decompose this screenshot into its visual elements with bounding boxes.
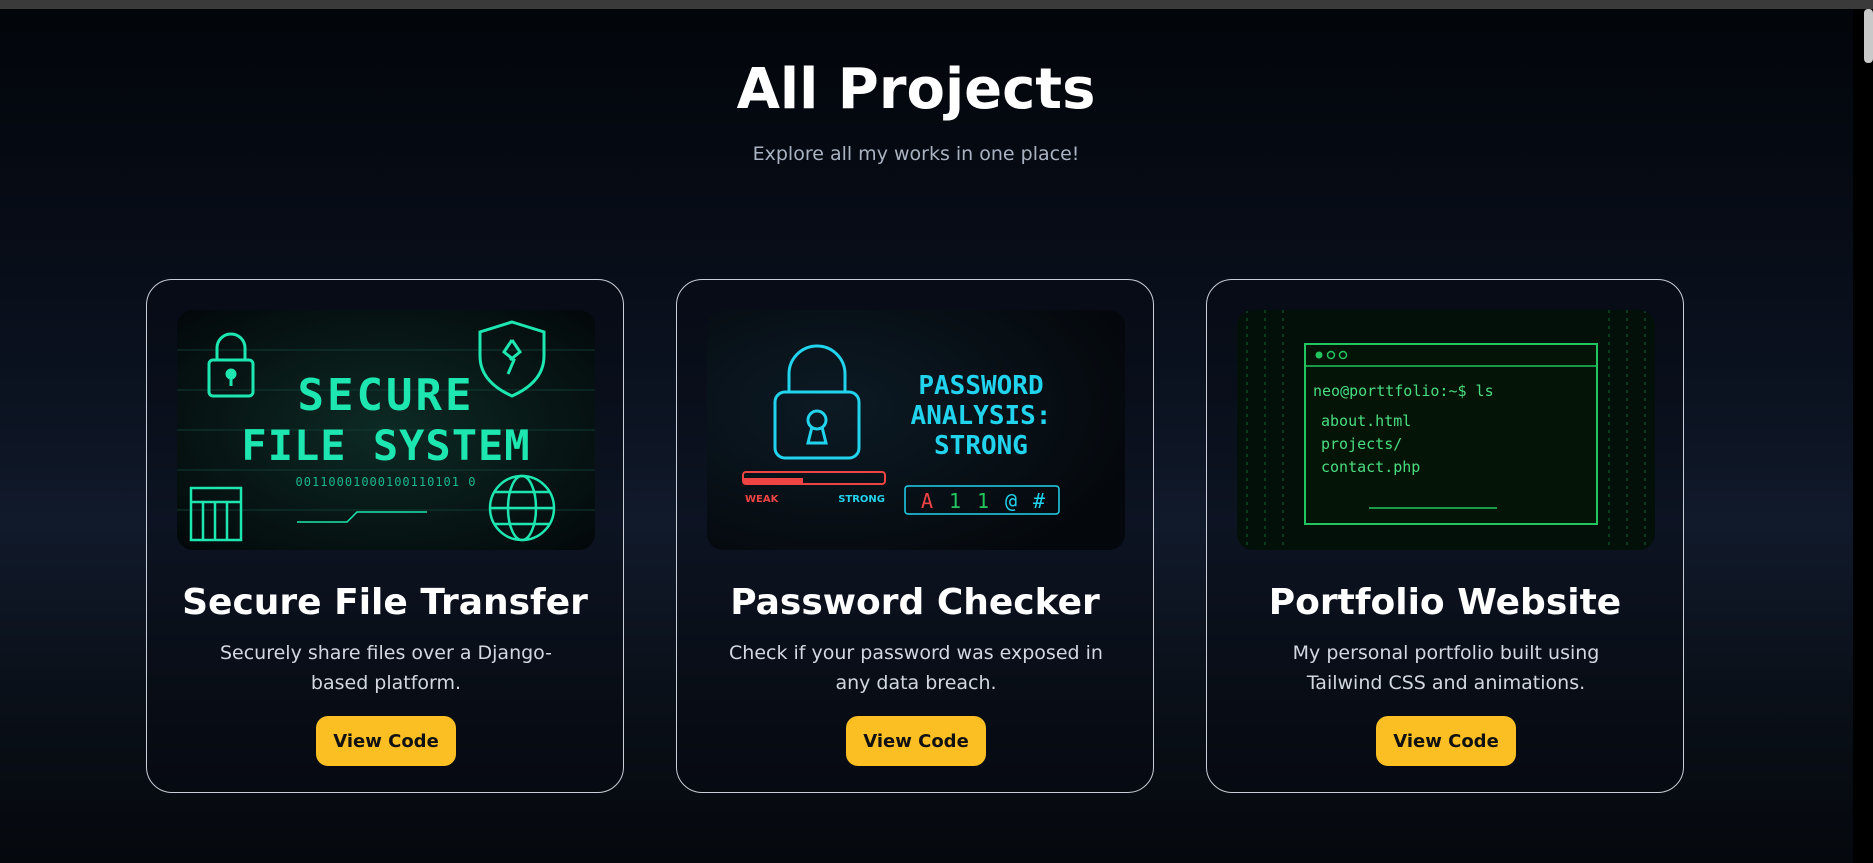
password-char-2: 1 <box>949 489 961 513</box>
weak-label: WEAK <box>745 494 780 505</box>
project-description: Securely share files over a Django-based… <box>219 642 553 694</box>
terminal-file-3: contact.php <box>1321 458 1420 476</box>
page-subtitle: Explore all my works in one place! <box>752 143 1080 165</box>
terminal-file-2: projects/ <box>1321 435 1402 453</box>
page-title: All Projects <box>736 57 1096 122</box>
project-title: Password Checker <box>730 582 1100 623</box>
password-char-1: A <box>921 489 933 513</box>
project-description: Check if your password was exposed in an… <box>729 642 1103 694</box>
password-char-4: @ <box>1005 489 1017 513</box>
image-text-line3: STRONG <box>934 431 1028 461</box>
project-card-password-checker: WEAK STRONG PASSWORD ANALYSIS: STRONG A … <box>676 279 1154 793</box>
project-image-terminal: neo@porttfolio:~$ ls about.html projects… <box>1237 310 1655 550</box>
terminal-file-1: about.html <box>1321 412 1411 430</box>
image-text-line1: PASSWORD <box>918 371 1043 401</box>
project-card-secure-file-transfer: SECURE FILE SYSTEM 00110001000100110101 … <box>146 279 624 793</box>
project-title: Secure File Transfer <box>182 582 588 623</box>
password-char-5: # <box>1033 489 1045 513</box>
strong-label: STRONG <box>838 494 885 505</box>
view-code-button[interactable]: View Code <box>1376 716 1516 766</box>
project-description: My personal portfolio built using Tailwi… <box>1292 642 1600 694</box>
browser-top-bar <box>0 0 1873 9</box>
view-code-button[interactable]: View Code <box>846 716 986 766</box>
scrollbar-track[interactable] <box>1853 9 1873 863</box>
project-title: Portfolio Website <box>1268 582 1622 623</box>
scrollbar-thumb[interactable] <box>1864 9 1873 63</box>
project-image-password-analysis: WEAK STRONG PASSWORD ANALYSIS: STRONG A … <box>707 310 1125 550</box>
image-text-line2: ANALYSIS: <box>911 401 1052 431</box>
image-text-line1: SECURE <box>298 370 475 421</box>
password-char-3: 1 <box>977 489 989 513</box>
project-image-secure-file-system: SECURE FILE SYSTEM 00110001000100110101 … <box>177 310 595 550</box>
terminal-prompt: neo@porttfolio:~$ ls <box>1313 382 1494 400</box>
view-code-button[interactable]: View Code <box>316 716 456 766</box>
project-card-portfolio-website: neo@porttfolio:~$ ls about.html projects… <box>1206 279 1684 793</box>
image-text-line2: FILE SYSTEM <box>241 421 530 470</box>
image-binary-text: 00110001000100110101 0 <box>296 475 477 489</box>
